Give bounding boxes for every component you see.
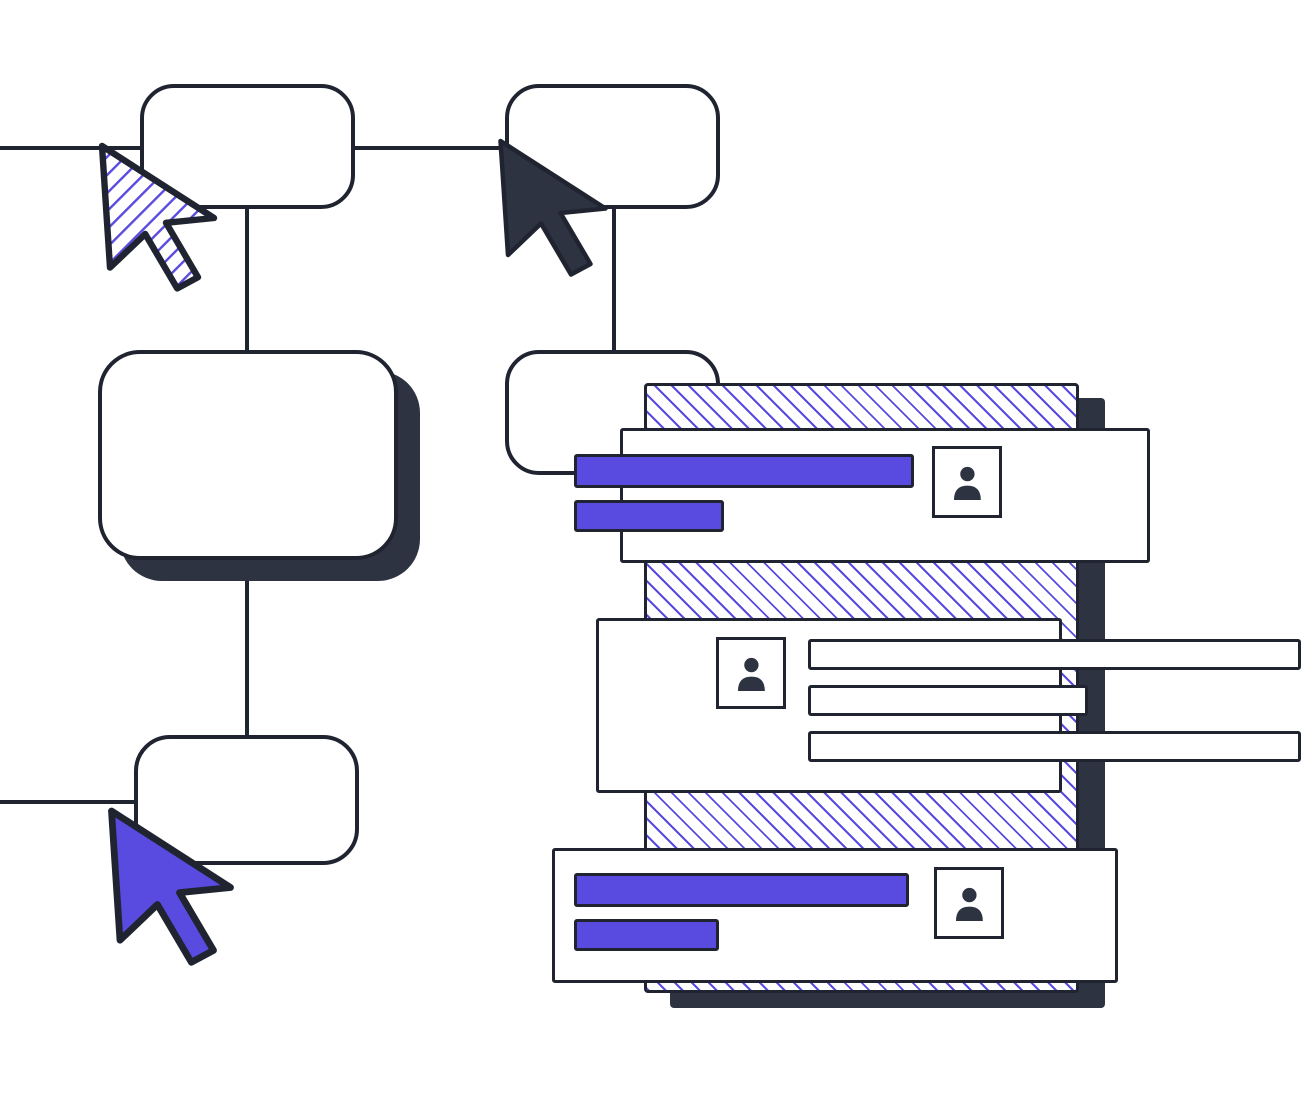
avatar [934, 867, 1004, 939]
cursor-icon [86, 794, 256, 964]
cursor-icon [78, 130, 238, 290]
flow-node[interactable] [98, 350, 398, 560]
card-text-bar [574, 500, 724, 532]
connector-line [245, 561, 249, 738]
card-text-bar [574, 454, 914, 488]
list-card[interactable] [552, 848, 1118, 983]
card-text-bar [808, 685, 1088, 716]
avatar [716, 637, 786, 709]
card-text-bar [808, 731, 1301, 762]
card-text-bar [574, 873, 909, 907]
avatar [932, 446, 1002, 518]
cursor-icon [478, 126, 628, 276]
list-card[interactable] [620, 428, 1150, 563]
connector-line [245, 194, 249, 351]
illustration-canvas [0, 0, 1301, 1101]
card-text-bar [808, 639, 1301, 670]
card-text-bar [574, 919, 719, 951]
